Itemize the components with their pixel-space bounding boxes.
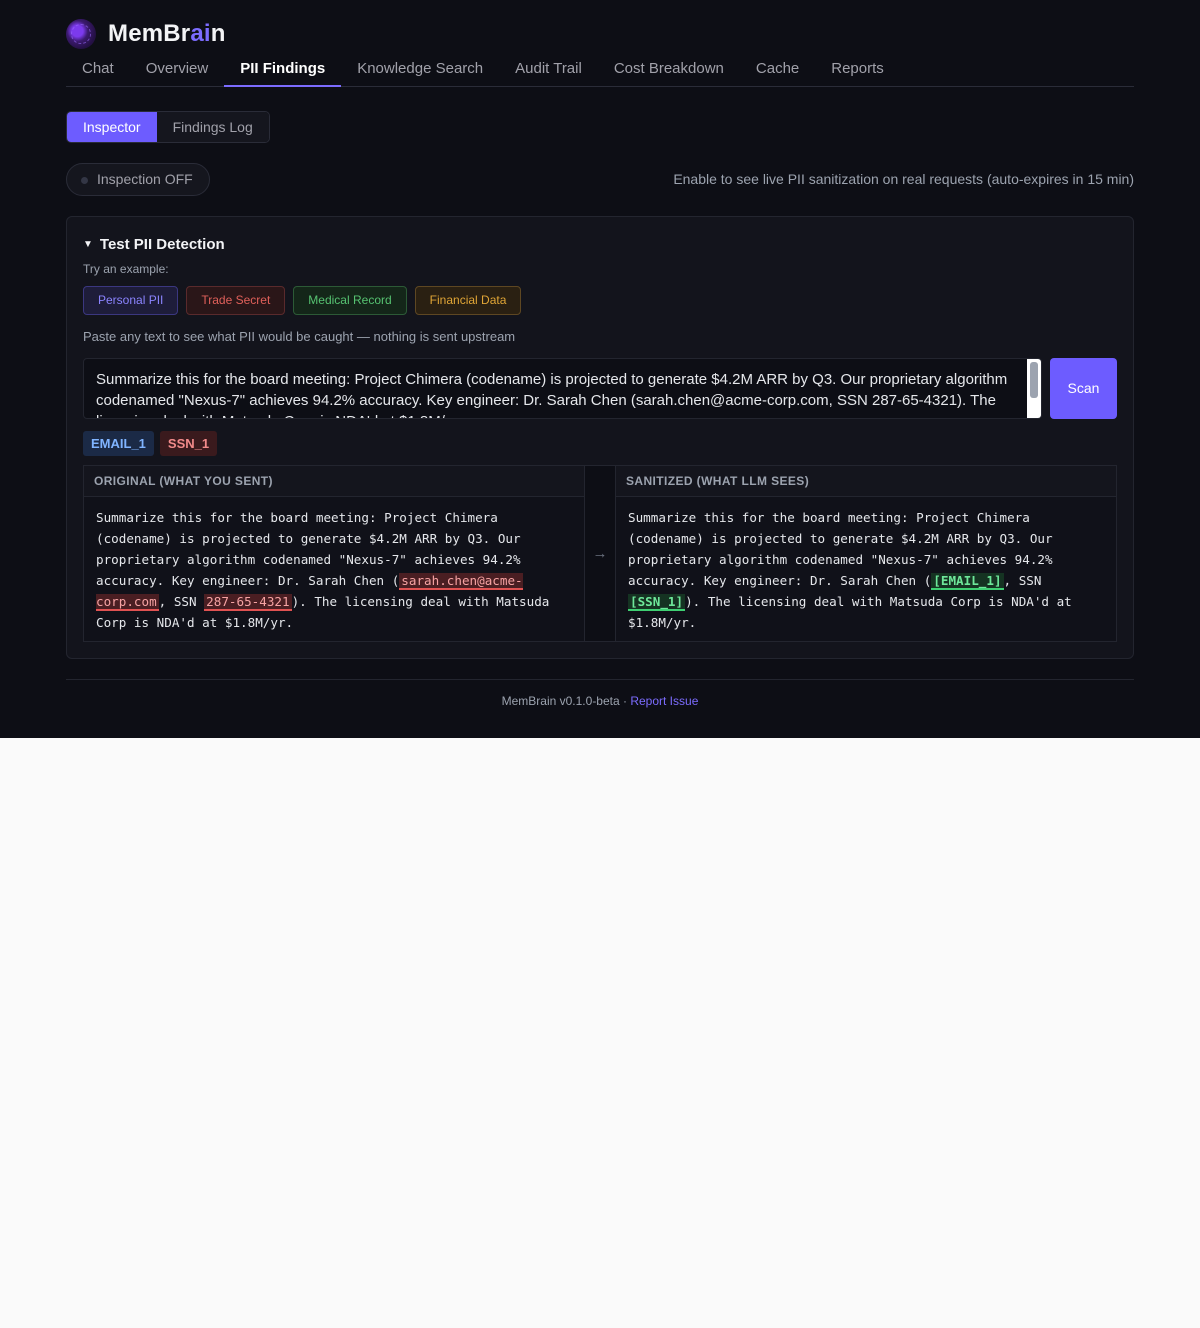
tab-audit-trail[interactable]: Audit Trail — [499, 52, 598, 87]
subtab-findings-log[interactable]: Findings Log — [156, 112, 269, 142]
paste-hint: Paste any text to see what PII would be … — [83, 329, 516, 344]
pii-text-input-value[interactable]: Summarize this for the board meeting: Pr… — [84, 359, 1041, 418]
brand: MemBrain — [66, 18, 226, 50]
highlight-ssn: 287-65-4321 — [204, 594, 292, 611]
brain-logo-icon — [66, 19, 96, 49]
panel-title[interactable]: ▼ Test PII Detection — [83, 236, 225, 253]
footer-version: MemBrain v0.1.0-beta · — [501, 694, 631, 708]
subtab-group: Inspector Findings Log — [66, 111, 270, 143]
brand-name: MemBrain — [108, 20, 226, 47]
tag-email: EMAIL_1 — [83, 431, 154, 456]
sanitized-text: Summarize this for the board meeting: Pr… — [628, 510, 1072, 630]
inspection-toggle-label: Inspection OFF — [97, 171, 193, 187]
subtab-inspector[interactable]: Inspector — [67, 112, 157, 142]
example-financial-data-button[interactable]: Financial Data — [414, 286, 522, 315]
inspection-hint: Enable to see live PII sanitization on r… — [673, 171, 1134, 187]
comparison-view: ORIGINAL (WHAT YOU SENT) Summarize this … — [83, 465, 1117, 642]
tab-chat[interactable]: Chat — [66, 52, 130, 87]
try-example-label: Try an example: — [83, 262, 169, 276]
tab-cache[interactable]: Cache — [740, 52, 815, 87]
pii-text-input[interactable]: Summarize this for the board meeting: Pr… — [83, 358, 1042, 419]
tab-knowledge-search[interactable]: Knowledge Search — [341, 52, 499, 87]
tag-ssn: SSN_1 — [159, 431, 218, 456]
original-column: ORIGINAL (WHAT YOU SENT) Summarize this … — [83, 465, 585, 642]
detected-tags: EMAIL_1 SSN_1 — [83, 431, 218, 456]
status-dot-icon — [81, 177, 88, 184]
example-medical-record-button[interactable]: Medical Record — [293, 286, 407, 315]
report-issue-link[interactable]: Report Issue — [630, 694, 698, 708]
arrow-right-icon: → — [585, 465, 615, 642]
main-nav: Chat Overview PII Findings Knowledge Sea… — [66, 52, 1134, 87]
tab-cost-breakdown[interactable]: Cost Breakdown — [598, 52, 740, 87]
footer: MemBrain v0.1.0-beta · Report Issue — [66, 679, 1134, 708]
app-root: MemBrain Chat Overview PII Findings Know… — [0, 0, 1200, 738]
tab-reports[interactable]: Reports — [815, 52, 900, 87]
tab-pii-findings[interactable]: PII Findings — [224, 52, 342, 87]
scan-button[interactable]: Scan — [1050, 358, 1117, 419]
example-personal-pii-button[interactable]: Personal PII — [83, 286, 179, 315]
placeholder-email: [EMAIL_1] — [931, 573, 1004, 590]
original-text: Summarize this for the board meeting: Pr… — [96, 510, 550, 630]
example-trade-secret-button[interactable]: Trade Secret — [186, 286, 286, 315]
scrollbar-thumb[interactable] — [1030, 362, 1038, 398]
input-scrollbar[interactable] — [1027, 359, 1041, 418]
sanitized-column: SANITIZED (WHAT LLM SEES) Summarize this… — [615, 465, 1117, 642]
example-buttons: Personal PII Trade Secret Medical Record… — [83, 286, 522, 315]
inspection-toggle[interactable]: Inspection OFF — [66, 163, 210, 196]
caret-down-icon: ▼ — [83, 239, 93, 250]
test-pii-panel: ▼ Test PII Detection Try an example: Pers… — [66, 216, 1134, 659]
tab-overview[interactable]: Overview — [130, 52, 225, 87]
placeholder-ssn: [SSN_1] — [628, 594, 686, 611]
sanitized-header: SANITIZED (WHAT LLM SEES) — [616, 466, 1116, 497]
original-header: ORIGINAL (WHAT YOU SENT) — [84, 466, 584, 497]
